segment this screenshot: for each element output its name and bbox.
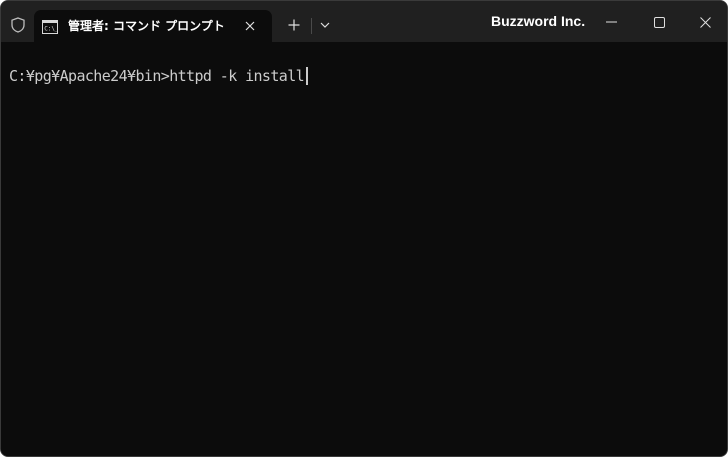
tab-title: 管理者: コマンド プロンプト <box>68 19 225 33</box>
maximize-button[interactable] <box>644 11 674 33</box>
title-bar[interactable]: C:\_ 管理者: コマンド プロンプト Buzzword Inc. <box>1 1 727 42</box>
brand-label: Buzzword Inc. <box>491 13 586 29</box>
command-text: httpd -k install <box>169 67 305 85</box>
svg-text:C:\_: C:\_ <box>44 26 58 33</box>
tab-divider <box>311 18 312 34</box>
terminal-window: C:\_ 管理者: コマンド プロンプト Buzzword Inc. C:¥pg… <box>0 0 728 457</box>
terminal-icon: C:\_ <box>42 19 59 34</box>
close-icon <box>699 16 711 28</box>
new-tab-button[interactable] <box>284 15 304 35</box>
maximize-icon <box>653 16 665 28</box>
minimize-icon <box>605 21 617 23</box>
text-cursor <box>306 67 308 85</box>
prompt-text: C:¥pg¥Apache24¥bin> <box>9 67 170 85</box>
profile-dropdown-button[interactable] <box>315 15 335 35</box>
close-tab-button[interactable] <box>240 16 260 36</box>
plus-icon <box>288 19 300 31</box>
tab-command-prompt[interactable]: C:\_ 管理者: コマンド プロンプト <box>34 10 272 42</box>
chevron-down-icon <box>320 22 330 28</box>
minimize-button[interactable] <box>596 11 626 33</box>
close-window-button[interactable] <box>690 11 720 33</box>
close-icon <box>245 21 255 31</box>
shield-icon <box>10 16 26 34</box>
terminal-output[interactable]: C:¥pg¥Apache24¥bin> httpd -k install <box>1 42 727 456</box>
command-line: C:¥pg¥Apache24¥bin> httpd -k install <box>9 67 308 85</box>
